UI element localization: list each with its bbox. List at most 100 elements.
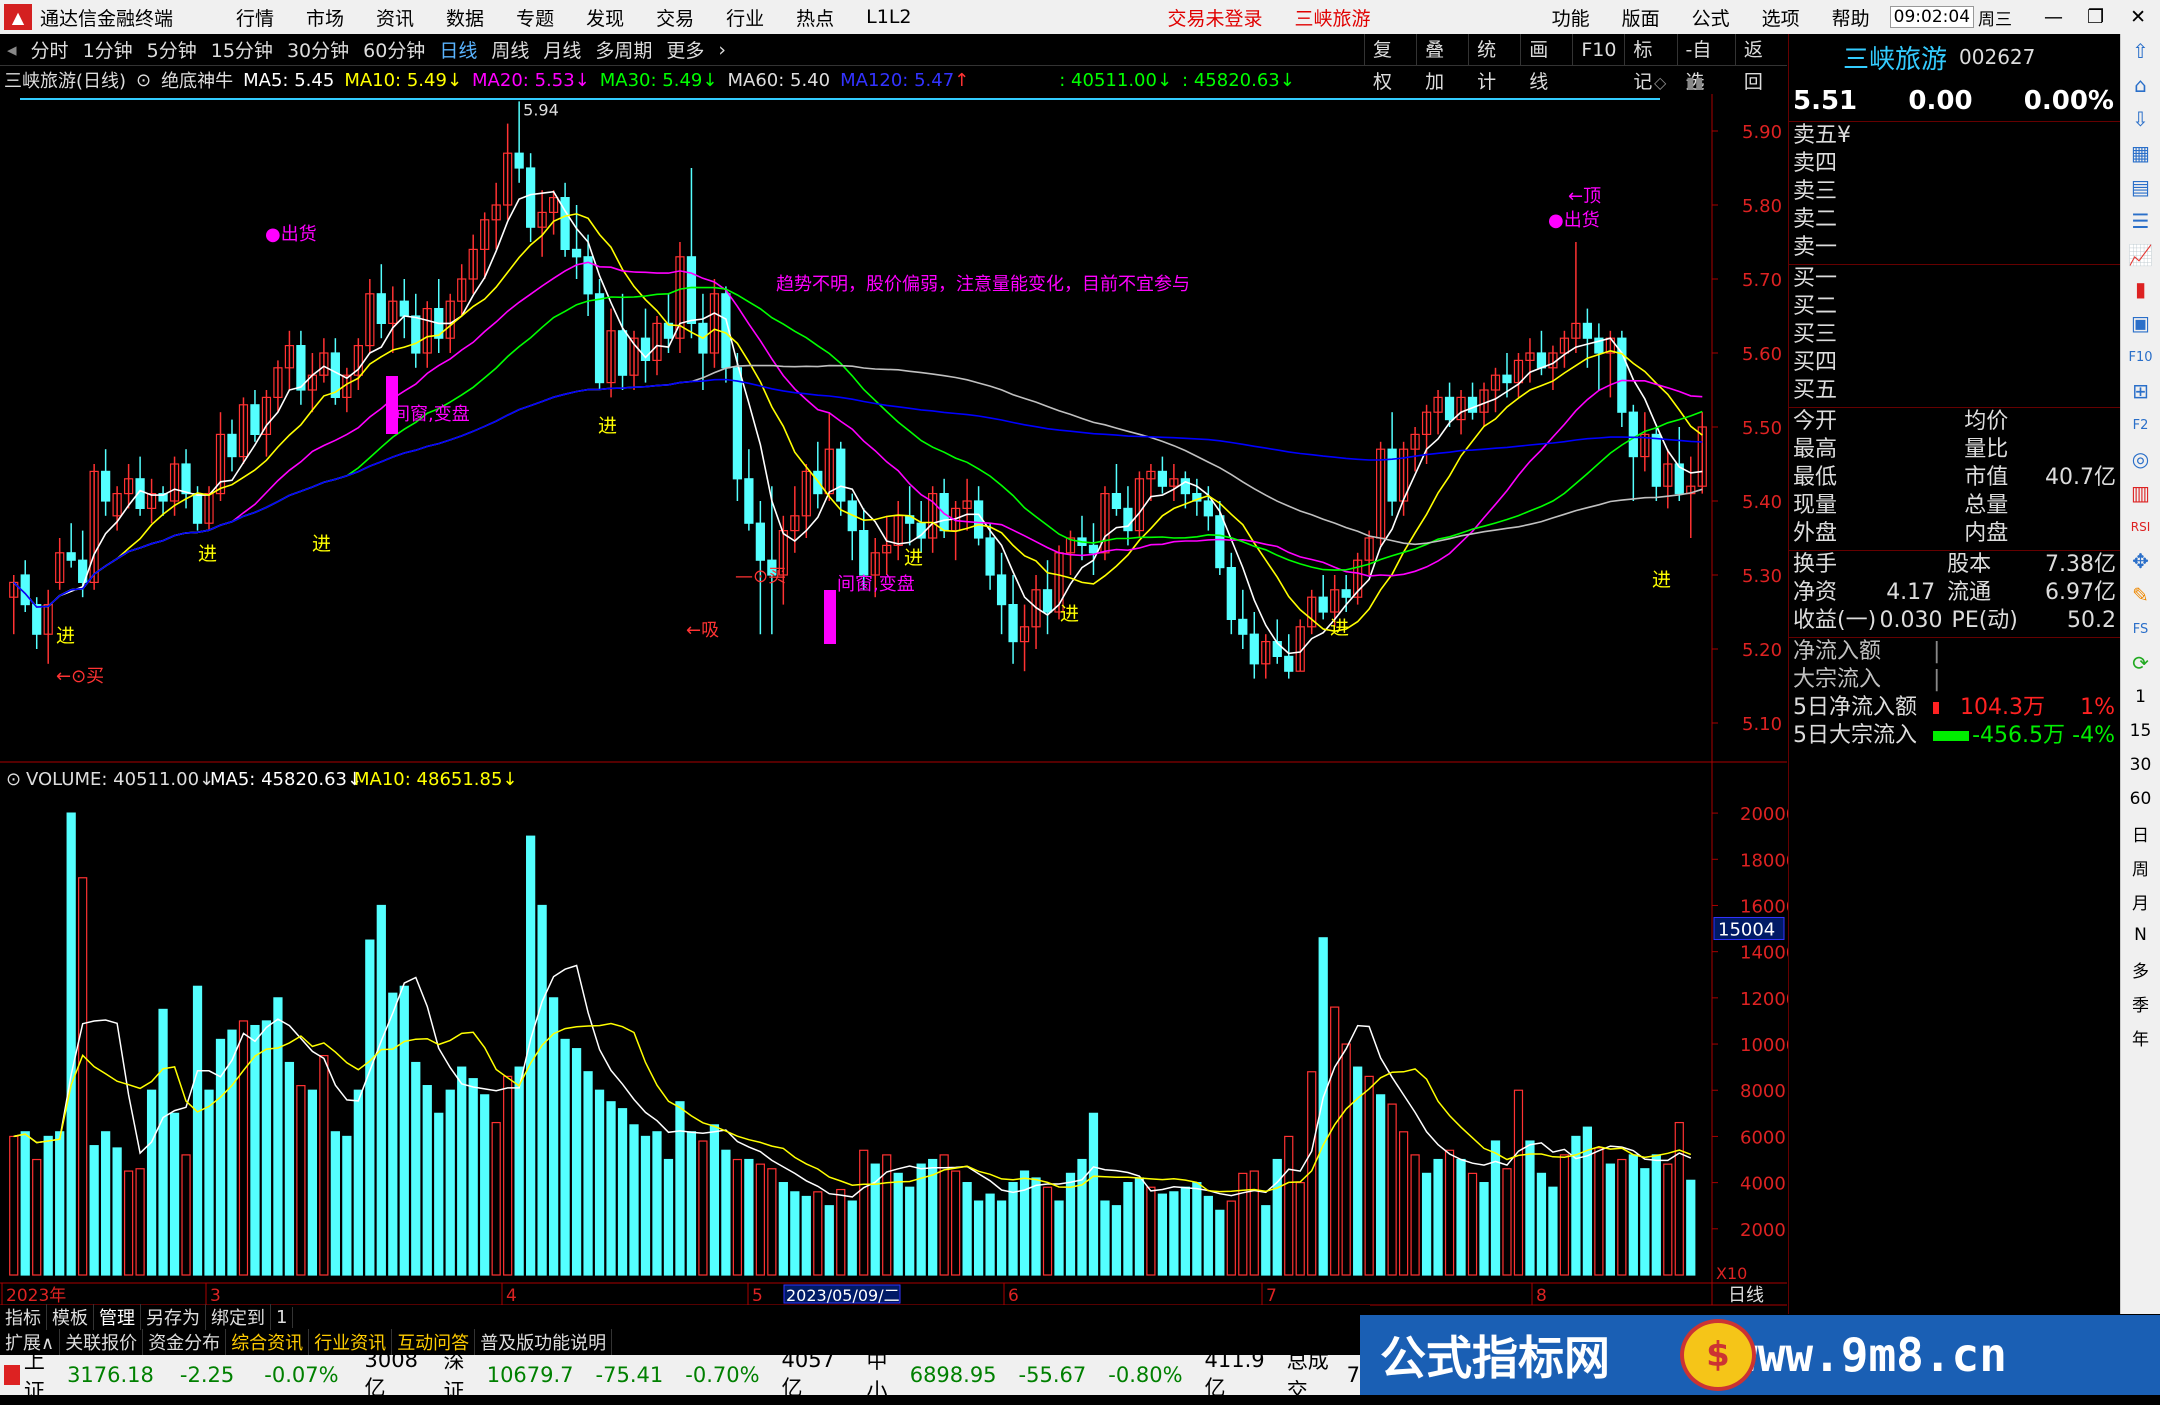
volume-bar bbox=[571, 1048, 582, 1276]
volume-bar bbox=[20, 1131, 30, 1276]
home-icon[interactable]: ⌂ bbox=[2121, 68, 2160, 102]
sz-label[interactable]: 深证 bbox=[443, 1345, 476, 1405]
up-arrow-icon[interactable]: ⇧ bbox=[2121, 34, 2160, 68]
list-icon[interactable]: ☰ bbox=[2121, 204, 2160, 238]
menu-item-hangye[interactable]: 行业 bbox=[726, 4, 764, 31]
tongji-button[interactable]: 统计 bbox=[1468, 34, 1520, 93]
period-multi[interactable]: 多周期 bbox=[588, 36, 659, 63]
sidebar-period-season[interactable]: 季 bbox=[2121, 986, 2160, 1020]
tab-zhibiao[interactable]: 指标 bbox=[0, 1304, 47, 1330]
period-fenshi[interactable]: 分时 bbox=[24, 36, 76, 63]
grid2-icon[interactable]: ⊞ bbox=[2121, 374, 2160, 408]
period-more[interactable]: 更多 bbox=[659, 36, 711, 63]
volume-bar bbox=[296, 1085, 306, 1276]
menu-item-bangzhu[interactable]: 帮助 bbox=[1832, 4, 1870, 31]
bar-icon[interactable]: ▥ bbox=[2121, 476, 2160, 510]
volume-bar bbox=[640, 1135, 651, 1276]
sidebar-period-month[interactable]: 月 bbox=[2121, 884, 2160, 918]
period-daily[interactable]: 日线 bbox=[432, 36, 484, 63]
sidebar-period-30[interactable]: 30 bbox=[2121, 748, 2160, 782]
table-icon[interactable]: ▤ bbox=[2121, 170, 2160, 204]
period-weekly[interactable]: 周线 bbox=[484, 36, 536, 63]
news-icon[interactable]: ▣ bbox=[2121, 306, 2160, 340]
f10-icon[interactable]: F10 bbox=[2121, 340, 2160, 374]
sidebar-period-year[interactable]: 年 bbox=[2121, 1020, 2160, 1054]
menu-item-gongneng[interactable]: 功能 bbox=[1552, 4, 1590, 31]
sidebar-period-1[interactable]: 1 bbox=[2121, 680, 2160, 714]
menu-item-shichang[interactable]: 市场 bbox=[306, 4, 344, 31]
sidebar-period-n[interactable]: N bbox=[2121, 918, 2160, 952]
candle-icon[interactable]: ▮ bbox=[2121, 272, 2160, 306]
tab-puji[interactable]: 普及版功能说明 bbox=[475, 1329, 613, 1355]
period-60min[interactable]: 60分钟 bbox=[356, 36, 432, 63]
sidebar-period-multi[interactable]: 多 bbox=[2121, 952, 2160, 986]
close-icon[interactable]: ✕ bbox=[2130, 6, 2146, 28]
f2-icon[interactable]: F2 bbox=[2121, 408, 2160, 442]
more-chevron-icon[interactable]: › bbox=[711, 39, 733, 61]
menu-item-l1l2[interactable]: L1L2 bbox=[866, 6, 911, 28]
tab-guanli[interactable]: 管理 bbox=[94, 1304, 141, 1330]
menu-item-banmian[interactable]: 版面 bbox=[1622, 4, 1660, 31]
enter-signal: 进 bbox=[312, 533, 331, 555]
period-1min[interactable]: 1分钟 bbox=[76, 36, 140, 63]
sidebar-period-day[interactable]: 日 bbox=[2121, 816, 2160, 850]
fuquan-button[interactable]: 复权 bbox=[1364, 34, 1416, 93]
tab-lingcun[interactable]: 另存为 bbox=[141, 1304, 206, 1330]
rsi-icon[interactable]: RSI bbox=[2121, 510, 2160, 544]
biaoji-button[interactable]: 标记 bbox=[1624, 34, 1676, 93]
login-status[interactable]: 交易未登录 bbox=[1168, 4, 1263, 31]
enter-signal: 进 bbox=[56, 625, 75, 647]
enter-signal: 进 bbox=[1330, 617, 1349, 639]
sh-label[interactable]: 上证 bbox=[24, 1345, 57, 1405]
sidebar-period-60[interactable]: 60 bbox=[2121, 782, 2160, 816]
tab-zijin[interactable]: 资金分布 bbox=[143, 1329, 227, 1355]
candle-body bbox=[1088, 544, 1099, 554]
move-icon[interactable]: ✥ bbox=[2121, 544, 2160, 578]
price-chart[interactable]: 5.90 5.80 5.70 5.60 5.50 5.40 5.30 5.20 5.10 2000… bbox=[0, 66, 1788, 1306]
coin-symbol: $ bbox=[1706, 1335, 1730, 1375]
tab-bangding[interactable]: 绑定到 bbox=[206, 1304, 271, 1330]
menu-item-faxian[interactable]: 发现 bbox=[586, 4, 624, 31]
volume-bar bbox=[123, 1170, 134, 1276]
fanhui-button[interactable]: 返回 bbox=[1734, 34, 1787, 93]
back-icon[interactable]: ◂ bbox=[0, 39, 24, 61]
stat-float-value: 6.97亿 bbox=[2045, 580, 2116, 605]
grid-icon[interactable]: ▦ bbox=[2121, 136, 2160, 170]
circle-icon[interactable]: ◎ bbox=[2121, 442, 2160, 476]
refresh-icon[interactable]: ⟳ bbox=[2121, 646, 2160, 680]
chart-icon[interactable]: 📈 bbox=[2121, 238, 2160, 272]
menu-item-gongshi[interactable]: 公式 bbox=[1692, 4, 1730, 31]
menu-item-shuju[interactable]: 数据 bbox=[446, 4, 484, 31]
menu-item-redian[interactable]: 热点 bbox=[796, 4, 834, 31]
tab-one[interactable]: 1 bbox=[271, 1306, 294, 1328]
tab-moban[interactable]: 模板 bbox=[47, 1304, 94, 1330]
menu-item-zhuanti[interactable]: 专题 bbox=[516, 4, 554, 31]
menu-item-hangqing[interactable]: 行情 bbox=[236, 4, 274, 31]
diejia-button[interactable]: 叠加 bbox=[1416, 34, 1468, 93]
minimize-icon[interactable]: — bbox=[2044, 6, 2063, 28]
menu-item-xuanxiang[interactable]: 选项 bbox=[1762, 4, 1800, 31]
volume-tick-label: 2000 bbox=[1740, 1220, 1786, 1241]
sidebar-period-week[interactable]: 周 bbox=[2121, 850, 2160, 884]
zx-label[interactable]: 中小 bbox=[866, 1345, 899, 1405]
zixuan-button[interactable]: -自选 bbox=[1676, 34, 1735, 93]
period-5min[interactable]: 5分钟 bbox=[140, 36, 204, 63]
menu-item-jiaoyi[interactable]: 交易 bbox=[656, 4, 694, 31]
pen-icon[interactable]: ✎ bbox=[2121, 578, 2160, 612]
enter-signal: 进 bbox=[198, 543, 217, 565]
tab-zonghe[interactable]: 综合资讯 bbox=[226, 1329, 310, 1355]
stat-eps-label: 收益(一) bbox=[1793, 608, 1877, 633]
tab-guanlian[interactable]: 关联报价 bbox=[60, 1329, 144, 1355]
menu-item-zixun[interactable]: 资讯 bbox=[376, 4, 414, 31]
sidebar-period-15[interactable]: 15 bbox=[2121, 714, 2160, 748]
down-arrow-icon[interactable]: ⇩ bbox=[2121, 102, 2160, 136]
restore-icon[interactable]: ❐ bbox=[2087, 6, 2104, 28]
period-15min[interactable]: 15分钟 bbox=[204, 36, 280, 63]
fs-icon[interactable]: FS bbox=[2121, 612, 2160, 646]
period-30min[interactable]: 30分钟 bbox=[280, 36, 356, 63]
huaxian-button[interactable]: 画线 bbox=[1520, 34, 1572, 93]
period-monthly[interactable]: 月线 bbox=[536, 36, 588, 63]
volume-bar bbox=[1111, 1205, 1122, 1276]
f10-button[interactable]: F10 bbox=[1572, 34, 1624, 66]
candle-body bbox=[939, 493, 949, 532]
